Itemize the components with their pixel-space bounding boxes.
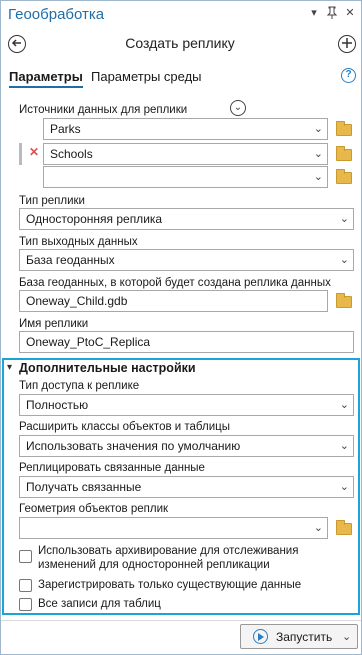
run-button[interactable]: Запустить ⌄ — [240, 624, 358, 649]
run-icon — [253, 629, 268, 644]
sources-label: Источники данных для реплики — [19, 104, 188, 116]
expand-classes-label: Расширить классы объектов и таблицы — [19, 421, 230, 433]
replica-type-select[interactable]: Односторонняя реплика ⌄ — [19, 208, 354, 230]
replica-type-label: Тип реплики — [19, 195, 85, 207]
replica-name-value: Oneway_PtoC_Replica — [26, 335, 151, 349]
advanced-settings-header[interactable]: Дополнительные настройки — [19, 361, 196, 375]
footer-divider — [1, 620, 361, 621]
all-records-checkbox[interactable] — [19, 598, 32, 611]
source-value-2: Schools — [50, 147, 93, 161]
expand-classes-value: Использовать значения по умолчанию — [26, 439, 241, 453]
source-field-3[interactable]: ⌄ — [43, 166, 328, 188]
output-type-label: Тип выходных данных — [19, 236, 138, 248]
chevron-down-icon[interactable]: ▾ — [307, 6, 321, 20]
related-data-label: Реплицировать связанные данные — [19, 462, 205, 474]
register-existing-label: Зарегистрировать только существующие дан… — [38, 579, 302, 591]
back-arrow-icon[interactable] — [8, 35, 26, 53]
chevron-down-icon: ⌄ — [313, 522, 323, 534]
archiving-checkbox[interactable] — [19, 550, 32, 563]
all-records-label: Все записи для таблиц — [38, 598, 161, 610]
chevron-down-icon: ⌄ — [313, 148, 323, 160]
drag-handle[interactable] — [19, 143, 22, 165]
expand-classes-select[interactable]: Использовать значения по умолчанию ⌄ — [19, 435, 354, 457]
gdb-value: Oneway_Child.gdb — [26, 294, 128, 308]
access-type-value: Полностью — [26, 398, 89, 412]
folder-icon[interactable] — [336, 146, 352, 161]
chevron-down-icon: ⌄ — [339, 213, 349, 225]
archiving-label-line1: Использовать архивирование для отслежива… — [38, 545, 299, 557]
tab-parameters[interactable]: Параметры — [9, 69, 83, 84]
pane-title: Геообработка — [8, 6, 105, 23]
access-type-select[interactable]: Полностью ⌄ — [19, 394, 354, 416]
chevron-down-icon: ⌄ — [339, 440, 349, 452]
chevron-down-icon: ⌄ — [313, 171, 323, 183]
access-type-label: Тип доступа к реплике — [19, 380, 140, 392]
related-data-select[interactable]: Получать связанные ⌄ — [19, 476, 354, 498]
gdb-label: База геоданных, в которой будет создана … — [19, 277, 331, 289]
help-icon[interactable]: ? — [341, 68, 356, 83]
chevron-down-icon: ⌄ — [339, 399, 349, 411]
pin-icon[interactable] — [325, 6, 339, 20]
replica-type-value: Односторонняя реплика — [26, 212, 163, 226]
register-existing-checkbox[interactable] — [19, 579, 32, 592]
source-value-1: Parks — [50, 122, 81, 136]
chevron-down-icon: ⌄ — [339, 254, 349, 266]
remove-icon[interactable]: ✕ — [29, 145, 39, 159]
output-type-value: База геоданных — [26, 253, 115, 267]
tool-title: Создать реплику — [125, 35, 235, 51]
related-data-value: Получать связанные — [26, 480, 142, 494]
collapse-chevron-icon[interactable]: ▾ — [7, 362, 12, 373]
active-tab-indicator — [9, 86, 83, 88]
geometry-select[interactable]: ⌄ — [19, 517, 328, 539]
replica-name-input[interactable]: Oneway_PtoC_Replica — [19, 331, 354, 353]
chevron-down-icon: ⌄ — [339, 481, 349, 493]
tab-environments[interactable]: Параметры среды — [91, 69, 202, 84]
chevron-down-icon: ⌄ — [313, 123, 323, 135]
plus-icon[interactable] — [338, 35, 356, 53]
replica-name-label: Имя реплики — [19, 318, 89, 330]
archiving-label-line2: изменений для односторонней репликации — [38, 559, 270, 571]
output-type-select[interactable]: База геоданных ⌄ — [19, 249, 354, 271]
folder-icon[interactable] — [336, 121, 352, 136]
expand-sources-icon[interactable]: ⌄ — [230, 100, 246, 116]
close-icon[interactable]: ✕ — [343, 6, 357, 20]
source-field-1[interactable]: Parks ⌄ — [43, 118, 328, 140]
source-field-2[interactable]: Schools ⌄ — [43, 143, 328, 165]
geometry-label: Геометрия объектов реплик — [19, 503, 169, 515]
run-label: Запустить — [276, 630, 333, 644]
chevron-down-icon[interactable]: ⌄ — [342, 630, 351, 643]
gdb-input[interactable]: Oneway_Child.gdb — [19, 290, 328, 312]
folder-icon[interactable] — [336, 169, 352, 184]
folder-icon[interactable] — [336, 520, 352, 535]
folder-icon[interactable] — [336, 293, 352, 308]
